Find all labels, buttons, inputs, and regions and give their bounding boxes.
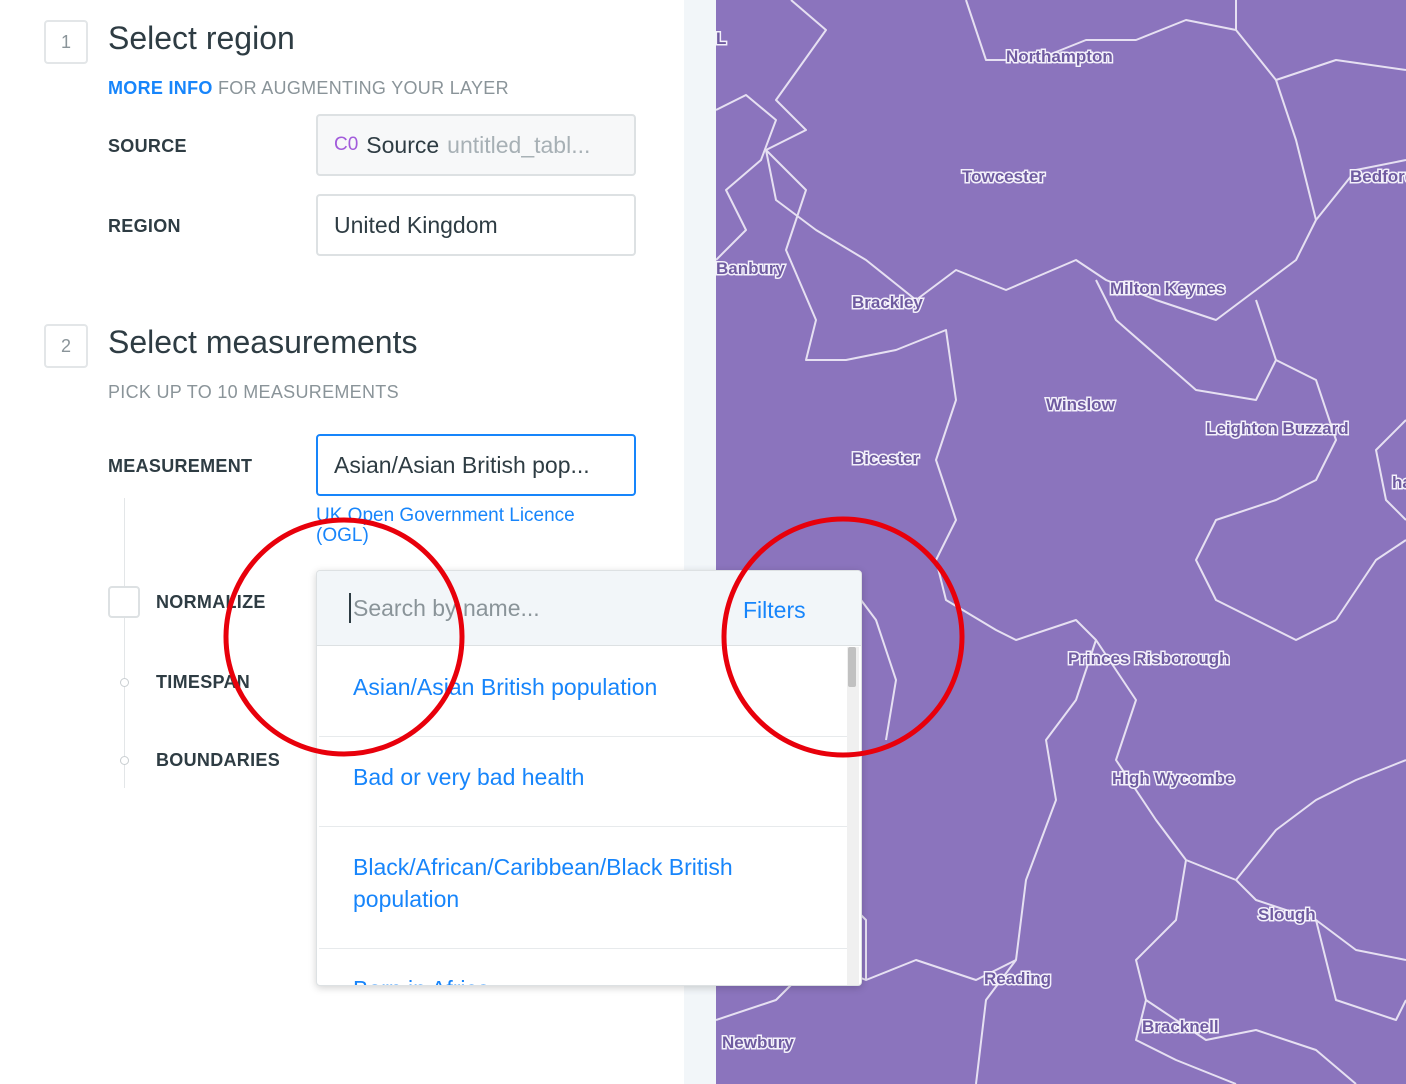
source-text: Source	[366, 131, 440, 158]
city-label: Princes Risborough	[1068, 649, 1230, 668]
filters-button[interactable]: Filters	[743, 597, 806, 624]
city-label: Bicester	[852, 449, 919, 468]
dropdown-scrollbar-track[interactable]	[847, 647, 859, 985]
city-label: Slough	[1258, 905, 1316, 924]
region-label: REGION	[108, 216, 181, 236]
more-info-link[interactable]: MORE INFO	[108, 78, 213, 98]
region-value: United Kingdom	[334, 211, 498, 238]
city-label: Reading	[984, 969, 1051, 988]
city-label: Newbury	[722, 1033, 794, 1052]
measurement-dropdown: Filters Asian/Asian British population B…	[316, 570, 862, 986]
city-label: Towcester	[962, 167, 1045, 186]
normalize-label: NORMALIZE	[156, 592, 266, 612]
step-2-title: Select measurements	[108, 324, 418, 360]
source-badge: C0	[334, 134, 359, 155]
city-label: Winslow	[1046, 395, 1116, 414]
measurement-label: MEASUREMENT	[108, 456, 253, 476]
measurement-option[interactable]: Black/African/Caribbean/Black British po…	[319, 827, 847, 949]
measurement-options-list: Asian/Asian British population Bad or ve…	[319, 647, 847, 985]
step-1-title: Select region	[108, 20, 295, 56]
dropdown-scrollbar-thumb[interactable]	[848, 647, 856, 687]
source-field: C0 Source untitled_tabl...	[316, 114, 636, 176]
step-1-subtitle: MORE INFO FOR AUGMENTING YOUR LAYER	[108, 78, 509, 99]
measurement-option[interactable]: Bad or very bad health	[319, 737, 847, 827]
city-label: High Wycombe	[1112, 769, 1234, 788]
options-connector-line	[124, 498, 125, 788]
city-label: Northampton	[1006, 47, 1113, 66]
step-1-subtitle-text: FOR AUGMENTING YOUR LAYER	[218, 78, 509, 98]
measurement-select[interactable]: Asian/Asian British pop...	[316, 434, 636, 496]
city-label: Bracknell	[1142, 1017, 1219, 1036]
source-label: SOURCE	[108, 136, 187, 156]
boundaries-label: BOUNDARIES	[156, 750, 281, 770]
measurement-option[interactable]: Asian/Asian British population	[319, 647, 847, 737]
step-2-subtitle: PICK UP TO 10 MEASUREMENTS	[108, 382, 399, 402]
step-2-number: 2	[44, 324, 88, 368]
measurement-value: Asian/Asian British pop...	[334, 451, 590, 478]
city-label: ham	[1392, 473, 1406, 492]
measurement-search-input[interactable]	[349, 593, 713, 623]
city-label: Bedford	[1350, 167, 1406, 186]
city-label: Leighton Buzzard	[1206, 419, 1349, 438]
boundaries-dot	[120, 756, 129, 765]
city-label: L	[716, 29, 726, 48]
licence-link[interactable]: UK Open Government Licence (OGL)	[316, 506, 616, 546]
region-select[interactable]: United Kingdom	[316, 194, 636, 256]
normalize-checkbox[interactable]	[108, 586, 140, 618]
timespan-label: TIMESPAN	[156, 672, 251, 692]
step-1-number: 1	[44, 20, 88, 64]
city-label: Milton Keynes	[1110, 279, 1225, 298]
dropdown-header: Filters	[317, 571, 861, 646]
city-label: Banbury	[716, 259, 786, 278]
source-table-name: untitled_tabl...	[447, 131, 591, 158]
timespan-dot	[120, 678, 129, 687]
city-label: Brackley	[852, 293, 923, 312]
measurement-option[interactable]: Born in Africa	[319, 949, 847, 985]
